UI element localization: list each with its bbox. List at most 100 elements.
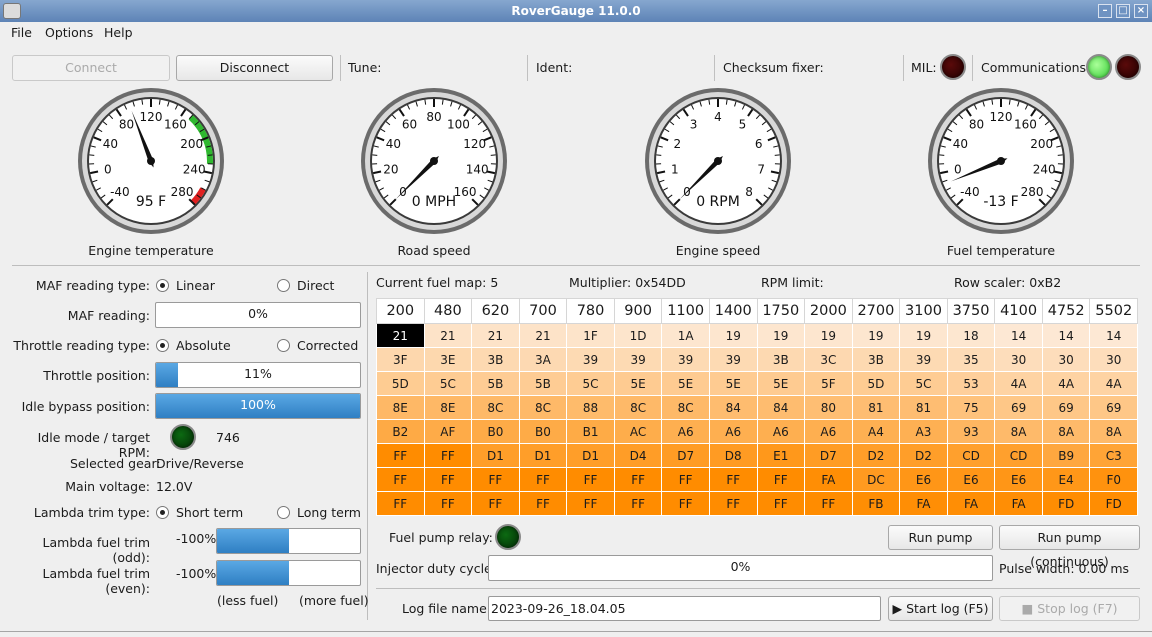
fuel-map-cell[interactable]: B2: [376, 419, 425, 444]
fuel-map-cell[interactable]: 19: [708, 323, 758, 348]
fuel-map-cell[interactable]: 18: [946, 323, 996, 348]
fuel-map-cell[interactable]: 69: [994, 395, 1043, 420]
fuel-map-cell[interactable]: 14: [994, 323, 1043, 348]
fuel-map-cell[interactable]: 69: [1041, 395, 1091, 420]
fuel-map-cell[interactable]: 5E: [613, 371, 663, 396]
fuel-map-cell[interactable]: D8: [708, 443, 758, 468]
fuel-map-cell[interactable]: A6: [804, 419, 853, 444]
fuel-map-cell[interactable]: D7: [661, 443, 710, 468]
fuel-map-cell[interactable]: 30: [1089, 347, 1138, 372]
fuel-map-cell[interactable]: 4A: [1041, 371, 1091, 396]
fuel-map-cell[interactable]: FF: [518, 467, 568, 492]
fuel-map-cell[interactable]: 19: [851, 323, 901, 348]
fuel-map-cell[interactable]: FF: [756, 491, 806, 516]
maf-linear-radio[interactable]: [156, 279, 169, 292]
fuel-map-cell[interactable]: 30: [1041, 347, 1091, 372]
fuel-map-cell[interactable]: D2: [851, 443, 901, 468]
fuel-map-cell[interactable]: FF: [804, 491, 853, 516]
close-icon[interactable]: ×: [1134, 4, 1148, 18]
menu-file[interactable]: File: [11, 25, 32, 40]
fuel-map-cell[interactable]: 35: [946, 347, 996, 372]
fuel-map-cell[interactable]: C3: [1089, 443, 1138, 468]
lambda-long-label[interactable]: Long term: [297, 505, 361, 520]
fuel-map-cell[interactable]: 5E: [661, 371, 710, 396]
fuel-map-cell[interactable]: 21: [423, 323, 473, 348]
maximize-icon[interactable]: □: [1116, 4, 1130, 18]
fuel-map-cell[interactable]: FF: [756, 467, 806, 492]
run-pump-once-button[interactable]: Run pump (once): [888, 525, 993, 569]
menu-options[interactable]: Options: [45, 25, 93, 40]
fuel-map-cell[interactable]: 39: [708, 347, 758, 372]
fuel-map-cell[interactable]: 19: [899, 323, 948, 348]
fuel-map-cell[interactable]: FF: [471, 491, 520, 516]
fuel-map-cell[interactable]: FF: [423, 467, 473, 492]
fuel-map-cell[interactable]: FA: [899, 491, 948, 516]
fuel-map-cell[interactable]: 3F: [376, 347, 425, 372]
lambda-short-label[interactable]: Short term: [176, 505, 243, 520]
fuel-map-cell[interactable]: 1A: [661, 323, 710, 348]
fuel-map-cell[interactable]: 14: [1089, 323, 1138, 348]
fuel-map-cell[interactable]: 5D: [376, 371, 425, 396]
menu-help[interactable]: Help: [104, 25, 133, 40]
fuel-map-cell[interactable]: 5E: [708, 371, 758, 396]
fuel-map-cell[interactable]: B1: [566, 419, 615, 444]
fuel-map-cell[interactable]: A4: [851, 419, 901, 444]
fuel-map-cell[interactable]: A6: [661, 419, 710, 444]
fuel-map-cell[interactable]: D2: [899, 443, 948, 468]
start-log-button[interactable]: ▶ Start log (F5): [888, 596, 993, 621]
fuel-map-cell[interactable]: 80: [804, 395, 853, 420]
fuel-map-cell[interactable]: FF: [661, 491, 710, 516]
throttle-absolute-label[interactable]: Absolute: [176, 338, 231, 353]
fuel-map-cell[interactable]: 39: [899, 347, 948, 372]
lambda-short-radio[interactable]: [156, 506, 169, 519]
fuel-map-cell[interactable]: D1: [471, 443, 520, 468]
fuel-map-cell[interactable]: D1: [566, 443, 615, 468]
run-pump-continuous-button[interactable]: Run pump (continuous): [999, 525, 1140, 569]
fuel-map-cell[interactable]: D7: [804, 443, 853, 468]
fuel-map-cell[interactable]: 21: [471, 323, 520, 348]
connect-button[interactable]: Connect: [12, 55, 170, 81]
fuel-map-cell[interactable]: 8A: [994, 419, 1043, 444]
fuel-map-cell[interactable]: 5C: [566, 371, 615, 396]
fuel-map-cell[interactable]: 69: [1089, 395, 1138, 420]
fuel-map-cell[interactable]: 21: [376, 323, 425, 348]
fuel-map-cell[interactable]: 84: [756, 395, 806, 420]
fuel-map-cell[interactable]: 4A: [1089, 371, 1138, 396]
fuel-map-cell[interactable]: CD: [946, 443, 996, 468]
disconnect-button[interactable]: Disconnect: [176, 55, 333, 81]
fuel-map-cell[interactable]: 88: [566, 395, 615, 420]
fuel-map-cell[interactable]: FF: [708, 467, 758, 492]
fuel-map-cell[interactable]: FF: [471, 467, 520, 492]
fuel-map-cell[interactable]: E6: [946, 467, 996, 492]
fuel-map-cell[interactable]: 8C: [518, 395, 568, 420]
fuel-map-cell[interactable]: 3B: [471, 347, 520, 372]
fuel-map-cell[interactable]: 75: [946, 395, 996, 420]
fuel-map-cell[interactable]: DC: [851, 467, 901, 492]
fuel-map-cell[interactable]: 21: [518, 323, 568, 348]
fuel-map-cell[interactable]: FF: [423, 443, 473, 468]
stop-log-button[interactable]: ■ Stop log (F7): [999, 596, 1140, 621]
fuel-map-cell[interactable]: E6: [899, 467, 948, 492]
fuel-map-cell[interactable]: 81: [899, 395, 948, 420]
fuel-map-cell[interactable]: A6: [708, 419, 758, 444]
fuel-map-cell[interactable]: 39: [661, 347, 710, 372]
maf-direct-label[interactable]: Direct: [297, 278, 334, 293]
fuel-map-cell[interactable]: 81: [851, 395, 901, 420]
fuel-map-cell[interactable]: D1: [518, 443, 568, 468]
fuel-map-cell[interactable]: FF: [518, 491, 568, 516]
throttle-corrected-label[interactable]: Corrected: [297, 338, 358, 353]
fuel-map-cell[interactable]: 3A: [518, 347, 568, 372]
fuel-map-cell[interactable]: 5D: [851, 371, 901, 396]
fuel-map-cell[interactable]: 4A: [994, 371, 1043, 396]
fuel-map-cell[interactable]: 8C: [661, 395, 710, 420]
minimize-icon[interactable]: –: [1098, 4, 1112, 18]
fuel-map-cell[interactable]: 3C: [804, 347, 853, 372]
fuel-map-cell[interactable]: FA: [946, 491, 996, 516]
fuel-map-cell[interactable]: AF: [423, 419, 473, 444]
fuel-map-cell[interactable]: 39: [566, 347, 615, 372]
fuel-map-cell[interactable]: FB: [851, 491, 901, 516]
fuel-map-cell[interactable]: 1D: [613, 323, 663, 348]
fuel-map-cell[interactable]: FF: [376, 491, 425, 516]
fuel-map-cell[interactable]: E4: [1041, 467, 1091, 492]
fuel-map-cell[interactable]: 5B: [471, 371, 520, 396]
